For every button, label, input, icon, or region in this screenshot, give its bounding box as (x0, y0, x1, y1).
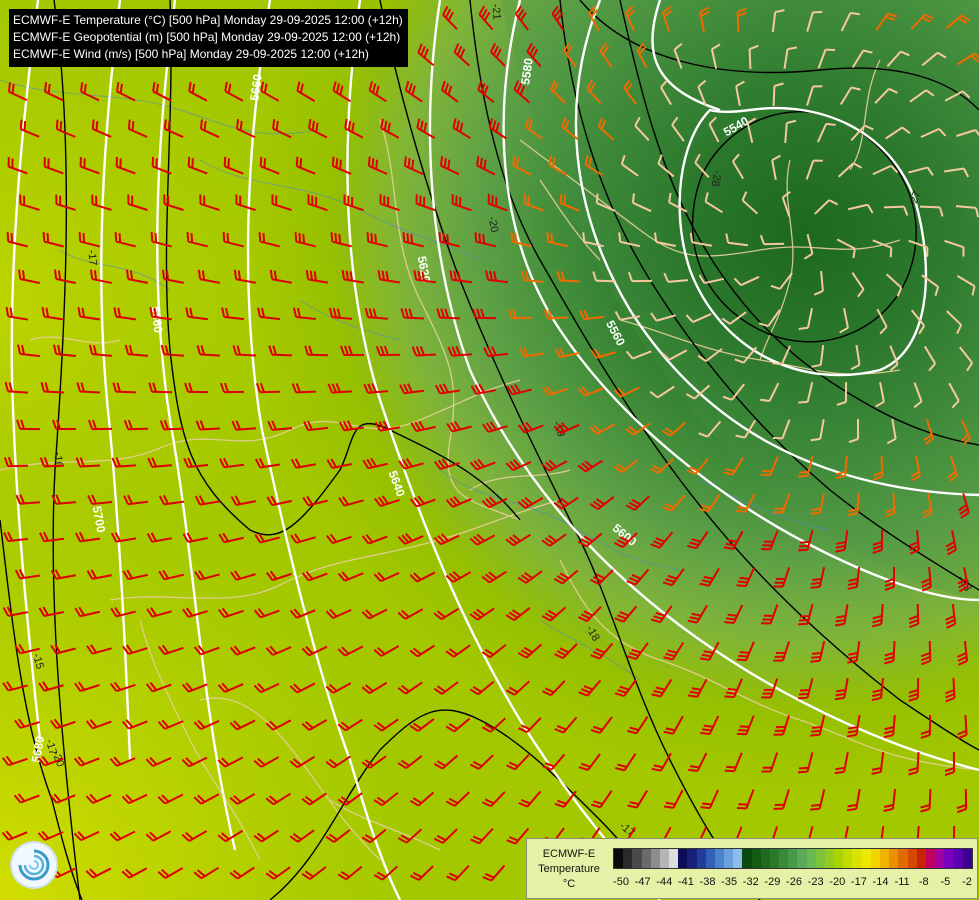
legend-tick: -47 (634, 876, 651, 888)
legend-color-swatch (889, 849, 899, 868)
legend-color-swatch (907, 849, 917, 868)
legend-tick: -14 (872, 876, 889, 888)
legend-color-swatch (815, 849, 825, 868)
legend-color-swatch (797, 849, 807, 868)
temperature-title: ECMWF-E Temperature (°C) [500 hPa] Monda… (13, 13, 403, 27)
legend-tick: -32 (742, 876, 759, 888)
legend-tick: -2 (962, 876, 972, 888)
legend-colorbar (613, 848, 973, 869)
legend-variable-name: Temperature (538, 863, 600, 875)
legend-unit: °C (562, 878, 576, 890)
legend-color-swatch (751, 849, 761, 868)
wind-title: ECMWF-E Wind (m/s) [500 hPa] Monday 29-0… (13, 47, 369, 61)
legend-tick: -41 (677, 876, 694, 888)
temperature-label: -17 (85, 249, 98, 266)
ecmwf-logo-icon (12, 843, 56, 887)
geopotential-title: ECMWF-E Geopotential (m) [500 hPa] Monda… (13, 30, 401, 44)
legend-tick: -38 (699, 876, 716, 888)
legend-color-swatch (632, 849, 642, 868)
legend-color-swatch (769, 849, 780, 868)
legend-tick: -23 (807, 876, 824, 888)
legend-color-swatch (614, 849, 624, 868)
ecmwf-swirl-icon (18, 849, 50, 881)
legend-color-swatch (916, 849, 926, 868)
legend-color-swatch (724, 849, 734, 868)
legend-color-swatch (733, 849, 743, 868)
legend-tick: -8 (918, 876, 929, 888)
legend-color-swatch (935, 849, 945, 868)
legend-color-swatch (742, 849, 752, 868)
weather-map: 5580 5660 5620 5660 5560 5540 5640 5600 … (0, 0, 979, 900)
legend-color-swatch (705, 849, 715, 868)
legend-tick: -17 (850, 876, 867, 888)
legend-tick: -50 (613, 876, 629, 888)
temperature-legend: ECMWF-E Temperature °C -50 -47 -44 -41 -38 -3… (526, 838, 978, 899)
map-title-box: ECMWF-E Temperature (°C) [500 hPa] Monda… (9, 9, 408, 67)
legend-color-swatch (962, 849, 972, 868)
legend-color-swatch (843, 849, 853, 868)
legend-color-swatch (687, 849, 697, 868)
legend-color-swatch (852, 849, 862, 868)
legend-color-swatch (879, 849, 890, 868)
legend-color-swatch (678, 849, 688, 868)
legend-color-swatch (623, 849, 633, 868)
legend-color-swatch (870, 849, 880, 868)
legend-color-swatch (824, 849, 835, 868)
legend-tick-labels: -50 -47 -44 -41 -38 -35 -32 -29 -26 -23 -20 -17 -14-… (607, 876, 977, 890)
legend-tick: -29 (764, 876, 781, 888)
legend-color-swatch (760, 849, 770, 868)
legend-color-swatch (953, 849, 963, 868)
legend-color-swatch (944, 849, 954, 868)
legend-color-swatch (861, 849, 871, 868)
legend-color-swatch (834, 849, 844, 868)
temperature-label: -21 (489, 3, 502, 20)
legend-color-swatch (898, 849, 908, 868)
legend-color-swatch (650, 849, 660, 868)
legend-tick: -11 (894, 876, 910, 888)
legend-tick: -26 (786, 876, 802, 888)
legend-tick: -35 (721, 876, 738, 888)
legend-color-swatch (669, 849, 679, 868)
legend-color-swatch (659, 849, 670, 868)
legend-tick: -44 (656, 876, 673, 888)
legend-color-swatch (779, 849, 789, 868)
legend-color-swatch (641, 849, 651, 868)
legend-color-swatch (696, 849, 706, 868)
legend-color-swatch (806, 849, 816, 868)
legend-tick: -5 (940, 876, 951, 888)
legend-tick: -20 (829, 876, 846, 888)
legend-color-swatch (714, 849, 725, 868)
legend-color-swatch (788, 849, 798, 868)
legend-color-swatch (925, 849, 936, 868)
legend-model-name: ECMWF-E (542, 848, 596, 860)
